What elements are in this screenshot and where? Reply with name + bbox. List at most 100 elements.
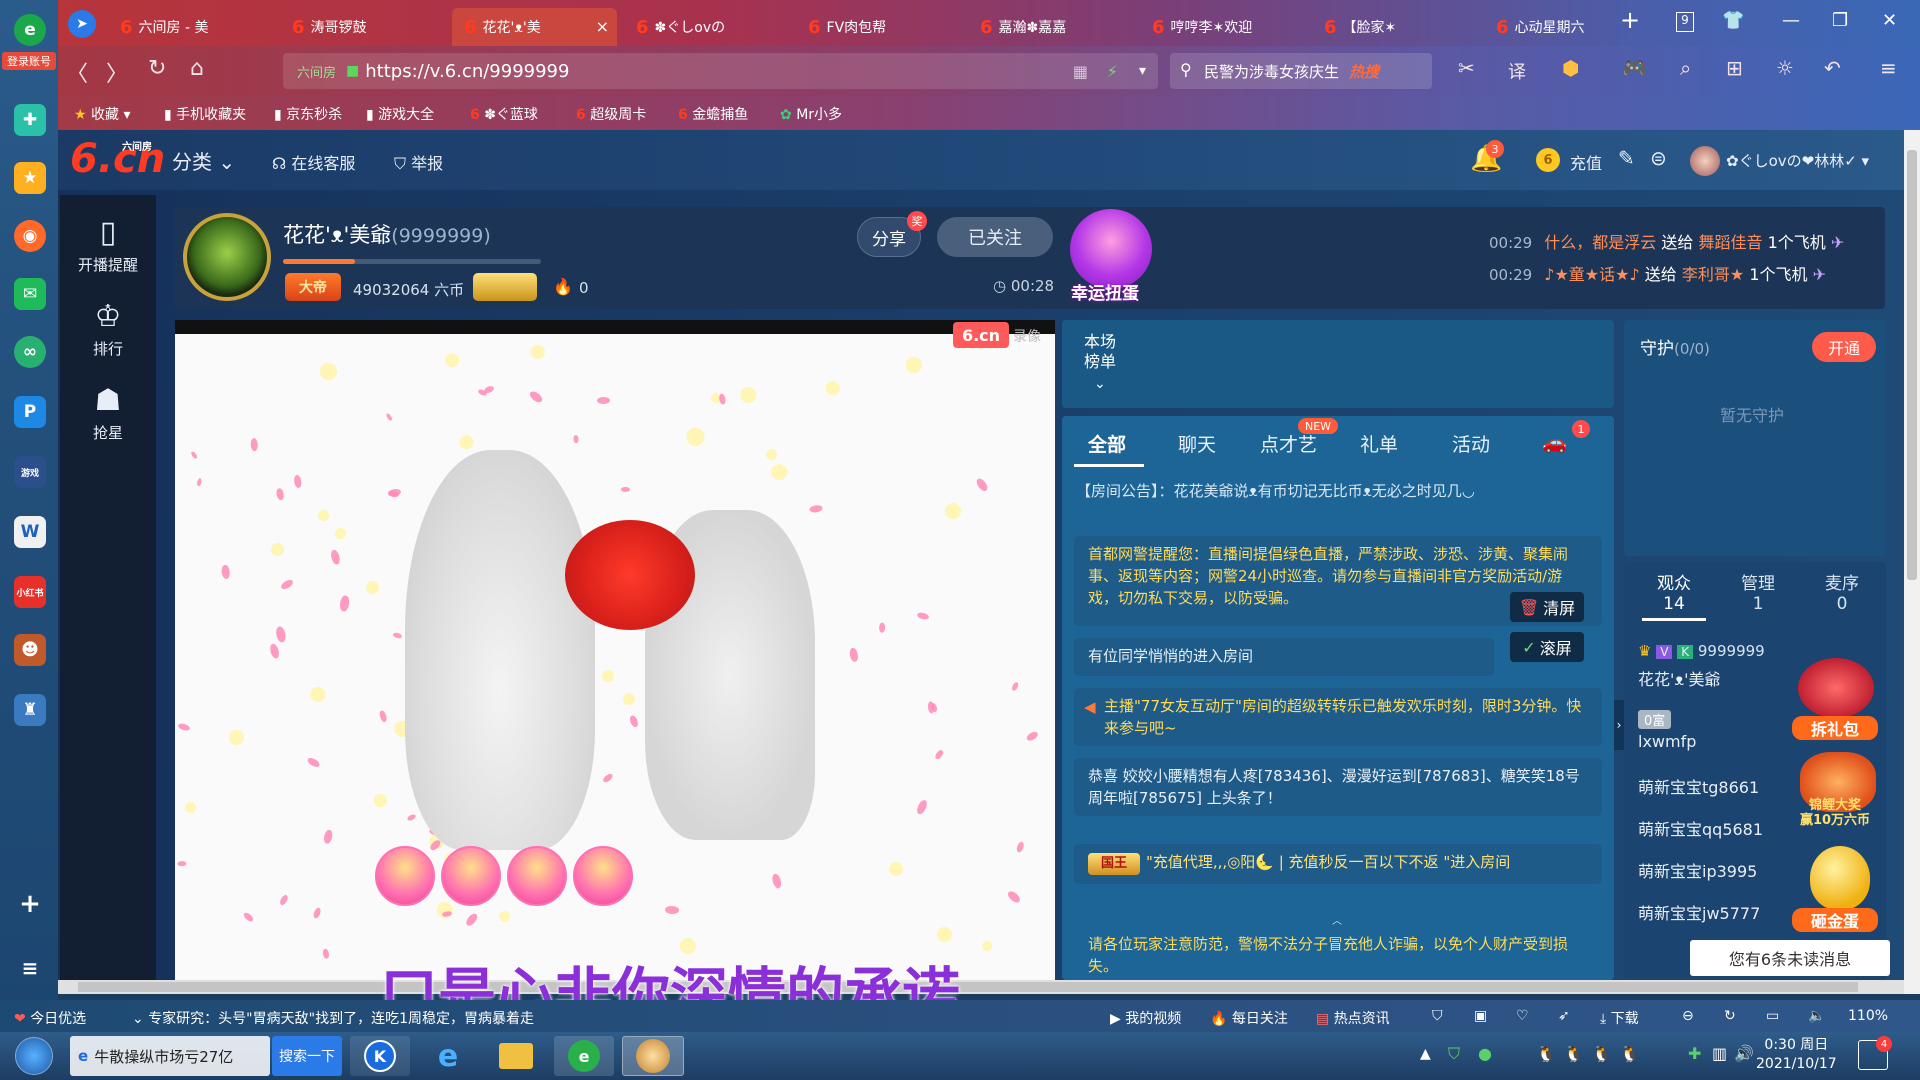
browser-tray-icon[interactable]: ● xyxy=(1478,1044,1492,1063)
ie-search-box[interactable]: e 牛散操纵市场亏27亿 xyxy=(70,1036,270,1076)
horizontal-scrollbar[interactable] xyxy=(58,980,1904,994)
rocket-icon[interactable]: ➶ xyxy=(1558,1008,1570,1024)
koi-prize-label[interactable]: 锦鲤大奖 赢10万六币 xyxy=(1792,798,1878,828)
site-logo[interactable]: 6.cn 六间房 xyxy=(70,136,165,182)
speaker-tray-icon[interactable]: 🔊 xyxy=(1734,1044,1754,1063)
online-service-link[interactable]: ☊ 在线客服 xyxy=(272,150,355,174)
red-app-icon[interactable]: 小红书 xyxy=(14,576,46,608)
active-app-icon[interactable] xyxy=(622,1036,684,1076)
anchor-avatar[interactable] xyxy=(183,213,271,301)
forward-icon[interactable]: 〉 xyxy=(106,56,128,88)
mail-icon[interactable]: ✉ xyxy=(14,278,46,310)
audience-item[interactable]: 萌新宝宝ip3995 xyxy=(1638,858,1757,882)
category-menu[interactable]: 分类 ⌄ xyxy=(172,146,235,175)
daily-focus-link[interactable]: 🔥 每日关注 xyxy=(1210,1008,1288,1028)
tab-chat[interactable]: 聊天 xyxy=(1178,430,1216,457)
k-app-icon[interactable]: K xyxy=(350,1036,410,1076)
tab-7[interactable]: 6 哼哼李✶欢迎 xyxy=(1140,8,1305,46)
search-go-button[interactable]: 搜索一下 xyxy=(272,1036,342,1076)
audience-item[interactable]: lxwmfp xyxy=(1638,732,1696,751)
shirt-icon[interactable]: 👕 xyxy=(1722,10,1744,31)
audience-item[interactable]: 萌新宝宝qq5681 xyxy=(1638,816,1763,840)
tab-1[interactable]: 6 六间房 - 美 xyxy=(108,8,273,46)
sync-icon[interactable]: ⊖ xyxy=(1682,1008,1694,1024)
back-icon[interactable]: 〈 xyxy=(66,56,88,88)
audience-item[interactable]: 萌新宝宝jw5777 xyxy=(1638,900,1760,924)
address-bar[interactable]: 六间房 ■ https://v.6.cn/9999999 ▦ ⚡ ▾ xyxy=(283,53,1158,89)
tray-expand-icon[interactable]: ▲ xyxy=(1420,1046,1431,1062)
gamepad-icon[interactable]: 🎮 xyxy=(1622,56,1647,80)
link-app-icon[interactable]: ∞ xyxy=(14,336,46,368)
smash-egg-button[interactable]: 砸金蛋 xyxy=(1792,908,1878,932)
sidenav-ranking[interactable]: ♔ 排行 xyxy=(60,299,156,359)
qr-icon[interactable]: ▦ xyxy=(1073,62,1088,81)
vertical-scrollbar[interactable] xyxy=(1904,130,1920,994)
hot-news-link[interactable]: ▤ 热点资讯 xyxy=(1316,1008,1390,1028)
tab-3-active[interactable]: 6 花花'ᴥ'美 × xyxy=(452,8,617,46)
qq-tray-icons[interactable]: 🐧🐧🐧🐧 xyxy=(1536,1044,1648,1063)
browser-menu-icon[interactable]: ≡ xyxy=(1880,56,1897,80)
bookmark-games[interactable]: ▮ 游戏大全 xyxy=(366,104,434,124)
refresh-icon[interactable]: ↻ xyxy=(1724,1008,1736,1024)
send-icon[interactable]: ➤ xyxy=(68,10,96,38)
system-clock[interactable]: 0:30 周日 2021/10/17 xyxy=(1756,1036,1837,1074)
zoom-level[interactable]: 110% xyxy=(1848,1008,1888,1024)
file-explorer-icon[interactable] xyxy=(486,1036,546,1076)
clear-screen-button[interactable]: 🗑 清屏 xyxy=(1510,592,1584,622)
audience-item[interactable]: 萌新宝宝tg8661 xyxy=(1638,774,1759,798)
tab-2[interactable]: 6 涛哥锣鼓 xyxy=(280,8,445,46)
grid-icon[interactable]: ⊞ xyxy=(1726,56,1743,80)
internet-explorer-icon[interactable]: e xyxy=(418,1036,478,1076)
car-icon[interactable]: 🚗 xyxy=(1542,430,1567,454)
unread-messages-toast[interactable]: 您有6条未读消息 xyxy=(1690,940,1890,976)
star-app-icon[interactable]: ★ xyxy=(14,162,46,194)
bookmark-weekcard[interactable]: 6 超级周卡 xyxy=(576,104,646,124)
window-icon[interactable]: ▭ xyxy=(1766,1008,1779,1024)
tab-audience[interactable]: 观众 14 xyxy=(1646,574,1702,614)
bookmark-jd[interactable]: ▮ 京东秒杀 xyxy=(274,104,342,124)
game2-app-icon[interactable]: ☻ xyxy=(14,634,46,666)
golden-egg-icon[interactable] xyxy=(1810,846,1870,910)
login-button[interactable]: 登录账号 xyxy=(2,52,56,70)
menu-list-icon[interactable]: ≡ xyxy=(14,952,46,984)
undo-icon[interactable]: ↶ xyxy=(1824,56,1841,80)
today-picks-link[interactable]: ❤ 今日优选 xyxy=(14,1008,86,1028)
report-link[interactable]: ⛉ 举报 xyxy=(394,150,443,174)
ip-app-icon[interactable]: P xyxy=(14,396,46,428)
add-icon[interactable]: + xyxy=(14,888,46,920)
video-player[interactable]: 6.cn 录像 xyxy=(175,320,1055,980)
network-icon[interactable]: ▥ xyxy=(1712,1044,1727,1063)
security-tray-icon[interactable]: ⛉ xyxy=(1448,1044,1460,1064)
sidenav-grab-star[interactable]: ☗ 抢星 xyxy=(60,383,156,443)
translate-icon[interactable]: 译 xyxy=(1508,58,1526,84)
tab-gift-list[interactable]: 礼单 xyxy=(1360,430,1398,457)
tab-activity[interactable]: 活动 xyxy=(1452,430,1490,457)
bookmark-mobile[interactable]: ▮ 手机收藏夹 xyxy=(164,104,246,124)
audience-item-name[interactable]: 花花'ᴥ'美爺 xyxy=(1638,666,1721,690)
scissors-icon[interactable]: ✂ xyxy=(1458,56,1475,80)
edit-icon[interactable]: ✎ xyxy=(1618,146,1635,170)
chevron-up-icon[interactable]: ︿ xyxy=(1332,912,1342,927)
tray-plus-icon[interactable]: ✚ xyxy=(1688,1044,1701,1063)
my-video-link[interactable]: ▶ 我的视频 xyxy=(1110,1008,1181,1028)
volume-icon[interactable]: 🔈 xyxy=(1808,1008,1825,1024)
tab-all[interactable]: 全部 xyxy=(1088,430,1126,457)
tab-count[interactable]: 9 xyxy=(1676,12,1694,32)
plus-app-icon[interactable]: ✚ xyxy=(14,104,46,136)
session-rank-panel[interactable]: 本场 榜单 ⌄ xyxy=(1062,320,1614,408)
open-gift-pack-button[interactable]: 拆礼包 xyxy=(1792,716,1878,740)
magnifier-icon[interactable]: ⌕ xyxy=(1680,56,1691,80)
image-icon[interactable]: ▣ xyxy=(1474,1008,1487,1024)
close-window-icon[interactable]: ✕ xyxy=(1882,10,1897,31)
tab-admins[interactable]: 管理 1 xyxy=(1730,574,1786,614)
bookmark-favorites[interactable]: ★ 收藏 ▾ xyxy=(74,104,131,124)
shield-yellow-icon[interactable]: ⬢ xyxy=(1562,56,1579,80)
tab-mic-queue[interactable]: 麦序 0 xyxy=(1814,574,1870,614)
news-ticker[interactable]: ⌄ 专家研究：头号"胃病天敌"找到了，连吃1周稳定，胃病暴着走 xyxy=(132,1008,612,1028)
game-app-icon[interactable]: 游戏 xyxy=(14,456,46,488)
tab-5[interactable]: 6 FV肉包帮 xyxy=(796,8,961,46)
avatar[interactable] xyxy=(1690,146,1720,176)
horizontal-scroll-thumb[interactable] xyxy=(78,982,1858,992)
lucky-capsule-label[interactable]: 幸运扭蛋 xyxy=(1071,279,1139,304)
reload-icon[interactable]: ↻ xyxy=(148,56,166,81)
